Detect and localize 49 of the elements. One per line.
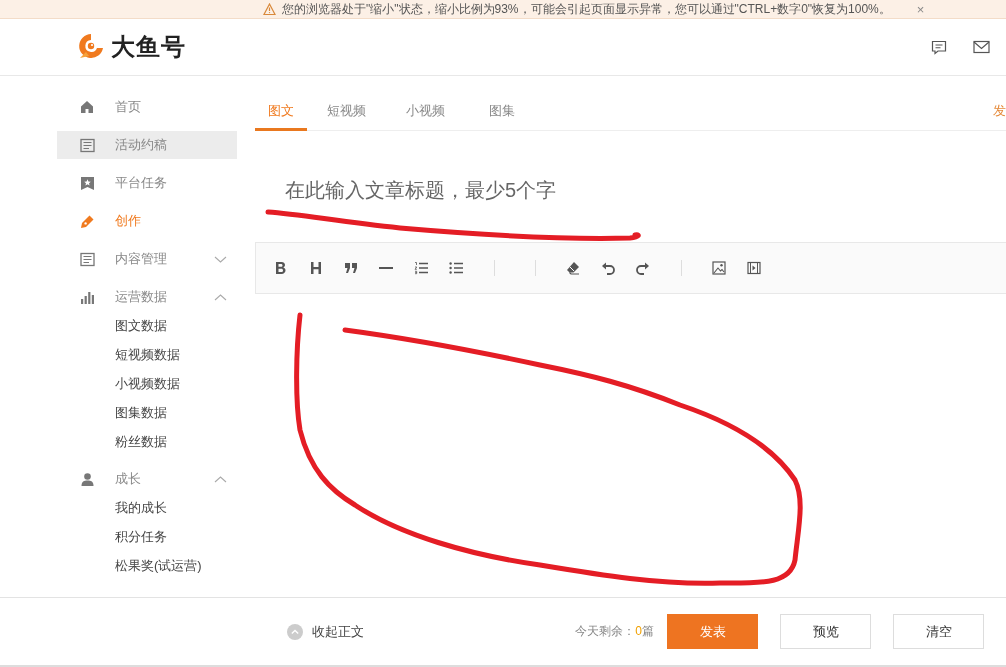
logo-text: 大鱼号 — [111, 32, 186, 62]
sidebar-item[interactable]: 创作 — [57, 207, 237, 235]
editor-tab[interactable]: 图集 — [477, 102, 527, 131]
sidebar-item[interactable]: 平台任务 — [57, 169, 237, 197]
document-icon — [80, 251, 95, 267]
warning-icon — [263, 2, 276, 16]
quote-icon[interactable] — [344, 261, 358, 275]
pen-icon — [80, 213, 95, 229]
sidebar-subitem[interactable]: 粉丝数据 — [57, 432, 237, 461]
sidebar-subitem[interactable]: 松果奖(试运营) — [57, 556, 237, 585]
home-icon — [80, 99, 95, 115]
editor-tab[interactable]: 短视频 — [315, 102, 378, 131]
publish-button[interactable]: 发表 — [667, 614, 758, 649]
sidebar-subitem[interactable]: 图文数据 — [57, 316, 237, 345]
sidebar-item[interactable]: 首页 — [57, 93, 237, 121]
document-icon — [80, 137, 95, 153]
editor-tab[interactable]: 图文 — [255, 102, 307, 131]
star-bookmark-icon — [80, 175, 95, 191]
sidebar-subitem[interactable]: 短视频数据 — [57, 345, 237, 374]
sidebar-subitem[interactable]: 图集数据 — [57, 403, 237, 432]
undo-icon[interactable] — [601, 261, 615, 275]
sidebar-item[interactable]: 活动约稿 — [57, 131, 237, 159]
sidebar-subitem[interactable]: 小视频数据 — [57, 374, 237, 403]
remaining-quota-text: 今天剩余：0篇 — [575, 623, 654, 640]
article-title-field[interactable]: 在此输入文章标题，最少5个字 — [281, 177, 789, 204]
eraser-icon[interactable] — [566, 261, 580, 275]
redo-icon[interactable] — [636, 261, 650, 275]
heading-icon[interactable] — [309, 261, 323, 275]
sidebar-item[interactable]: 运营数据 — [57, 283, 237, 311]
collapse-body-link[interactable]: 收起正文 — [312, 622, 364, 641]
sidebar-item[interactable]: 内容管理 — [57, 245, 237, 273]
mail-icon[interactable] — [973, 39, 990, 54]
close-button[interactable]: × — [916, 1, 925, 17]
sidebar-subitem[interactable]: 我的成长 — [57, 498, 237, 527]
user-icon — [80, 471, 95, 487]
bulleted-list-icon[interactable] — [449, 261, 463, 275]
bar-chart-icon — [80, 289, 95, 305]
sidebar-item[interactable]: 成长 — [57, 465, 237, 493]
numbered-list-icon[interactable] — [414, 261, 428, 275]
publish-link[interactable]: 发 — [993, 102, 1006, 130]
video-icon[interactable] — [747, 261, 761, 275]
image-icon[interactable] — [712, 261, 726, 275]
secondary-button[interactable]: 清空 — [893, 614, 984, 649]
browser-zoom-notice: 您的浏览器处于"缩小"状态，缩小比例为93%，可能会引起页面显示异常，您可以通过"CTRL+数字0"恢复为100%。 — [282, 0, 891, 18]
secondary-button[interactable]: 预览 — [780, 614, 871, 649]
bold-icon[interactable] — [274, 261, 288, 275]
editor-tab[interactable]: 小视频 — [394, 102, 457, 131]
sidebar-subitem[interactable]: 积分任务 — [57, 527, 237, 556]
message-icon[interactable] — [931, 39, 947, 55]
